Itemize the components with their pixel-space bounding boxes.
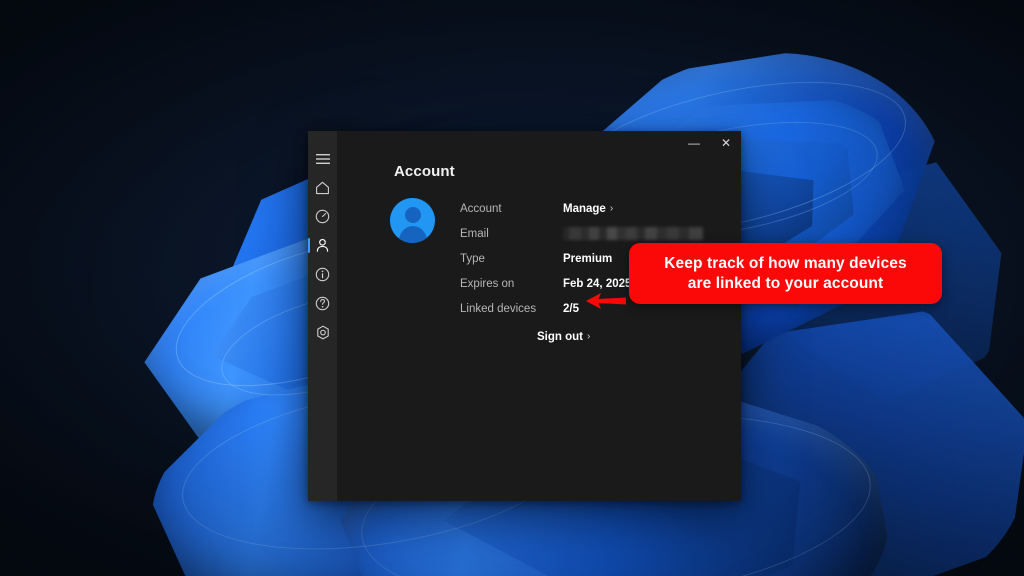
window-content: — ✕ Account Account Manage › Email Type … — [337, 131, 741, 501]
minimize-icon: — — [688, 136, 700, 150]
field-label-expires-on: Expires on — [460, 277, 515, 290]
hamburger-menu-icon — [315, 153, 330, 165]
field-label-linked-devices: Linked devices — [460, 302, 537, 315]
avatar-body — [398, 226, 427, 243]
sidebar-item-menu[interactable] — [308, 145, 337, 172]
sign-out-link[interactable]: Sign out › — [537, 324, 741, 349]
question-circle-icon — [315, 296, 330, 311]
home-icon — [315, 181, 330, 195]
field-label-type: Type — [460, 252, 485, 265]
desktop: — ✕ Account Account Manage › Email Type … — [0, 0, 1024, 576]
sign-out-label: Sign out — [537, 330, 583, 343]
manage-account-link[interactable]: Manage › — [563, 196, 703, 221]
person-icon — [315, 238, 330, 253]
sidebar-item-home[interactable] — [308, 174, 337, 201]
sidebar-item-account[interactable] — [308, 232, 337, 259]
manage-account-label: Manage — [563, 202, 606, 215]
field-label-account: Account — [460, 202, 502, 215]
close-button[interactable]: ✕ — [711, 131, 741, 155]
sidebar-item-settings[interactable] — [308, 319, 337, 346]
annotation-line-2: are linked to your account — [687, 274, 884, 292]
account-window: — ✕ Account Account Manage › Email Type … — [308, 131, 741, 501]
sidebar-item-dashboard[interactable] — [308, 203, 337, 230]
callout-arrow — [585, 290, 627, 312]
page-title: Account — [394, 163, 455, 180]
minimize-button[interactable]: — — [679, 131, 709, 155]
sidebar-nav — [308, 131, 337, 501]
annotation-callout: Keep track of how many devices are linke… — [629, 243, 942, 304]
speedometer-icon — [315, 209, 330, 224]
annotation-line-1: Keep track of how many devices — [664, 254, 907, 272]
avatar-head — [404, 207, 421, 223]
sign-out-row: Sign out › — [537, 324, 741, 349]
chevron-right-icon: › — [587, 331, 591, 342]
settings-gear-icon — [315, 325, 331, 341]
field-label-email: Email — [460, 227, 489, 240]
info-circle-icon — [315, 267, 330, 282]
close-icon: ✕ — [720, 136, 732, 150]
window-titlebar: — ✕ — [337, 131, 741, 161]
blurred-email-value — [563, 227, 703, 240]
sidebar-item-info[interactable] — [308, 261, 337, 288]
avatar — [390, 198, 435, 243]
chevron-right-icon: › — [609, 203, 614, 214]
annotation-callout-text: Keep track of how many devices are linke… — [654, 254, 916, 294]
sidebar-item-help[interactable] — [308, 290, 337, 317]
